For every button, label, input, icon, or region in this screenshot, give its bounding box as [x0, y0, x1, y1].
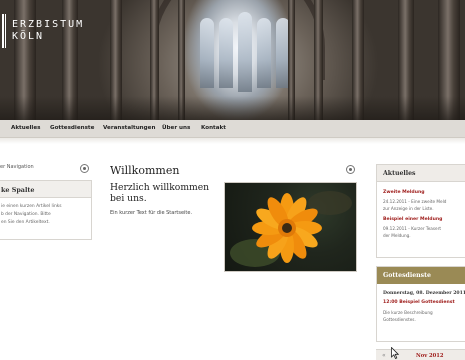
mouse-cursor-icon — [391, 347, 399, 359]
left-nav-label[interactable]: er Navigation — [0, 164, 34, 170]
services-box-title: Gottesdienste — [377, 267, 465, 284]
nav-item-kontakt[interactable]: Kontakt — [201, 125, 226, 131]
service-date: Donnerstag, 08. Dezember 2011 — [383, 291, 465, 296]
service-link[interactable]: 12:00 Beispiel Gottesdienst — [377, 300, 465, 305]
logo-line-2: KÖLN — [12, 31, 45, 42]
news-box-title: Aktuelles — [377, 165, 465, 182]
calendar-prev-button[interactable]: « — [382, 352, 386, 359]
calendar-month-label: Nov 2012 — [416, 353, 444, 359]
news-box: Aktuelles Zweite Meldung 24.12.2011 - Ei… — [376, 164, 465, 258]
news-teaser-line: zur Anzeige in der Liste. — [383, 206, 434, 211]
left-toggle-icon[interactable] — [80, 164, 89, 173]
stained-glass-window — [219, 18, 233, 88]
main-toggle-icon[interactable] — [346, 165, 355, 174]
nav-item-aktuelles[interactable]: Aktuelles — [11, 125, 40, 131]
header-floor-shade — [0, 96, 465, 120]
news-teaser-line: 24.12.2011 - Eine zweite Meld — [383, 199, 447, 204]
left-column-box: ke Spalte ie einen kurzen Artikel links … — [0, 180, 92, 240]
news-teaser-line: 09.12.2011 - Kurzer Teasert — [383, 226, 441, 231]
orange-flower-image — [230, 191, 352, 267]
left-box-line: en Sie den Artikeltext. — [1, 220, 50, 225]
flower-photo — [224, 182, 357, 272]
site-header: ERZBISTUM KÖLN — [0, 0, 465, 120]
services-box: Gottesdienste Donnerstag, 08. Dezember 2… — [376, 266, 465, 342]
logo-line-1: ERZBISTUM — [12, 19, 85, 30]
left-box-text: ie einen kurzen Artikel links b der Navi… — [0, 198, 91, 227]
nav-item-ueber-uns[interactable]: Über uns — [162, 125, 190, 131]
main-navigation: Aktuelles Gottesdienste Veranstaltungen … — [0, 120, 465, 138]
stained-glass-window — [200, 18, 214, 88]
page-subtitle: Herzlich willkommen bei uns. — [110, 182, 210, 204]
calendar-header: « Nov 2012 — [376, 349, 465, 360]
left-box-line: b der Navigation. Bitte — [1, 212, 51, 217]
page-title: Willkommen — [110, 164, 180, 177]
logo-icon[interactable] — [2, 14, 6, 48]
service-description-line: Gottesdienstes. — [383, 317, 416, 322]
service-description-line: Die kurze Beschreibung — [383, 310, 433, 315]
stained-glass-window — [238, 12, 252, 92]
news-teaser-line: der Meldung. — [383, 233, 411, 238]
left-box-title: ke Spalte — [0, 181, 91, 198]
page-intro-text: Ein kurzer Text für die Startseite. — [110, 210, 193, 216]
nav-item-gottesdienste[interactable]: Gottesdienste — [50, 125, 94, 131]
stained-glass-window — [257, 18, 271, 88]
nav-shadow — [0, 138, 465, 144]
left-box-line: ie einen kurzen Artikel links — [1, 204, 62, 209]
nav-item-veranstaltungen[interactable]: Veranstaltungen — [103, 125, 155, 131]
site-logo[interactable]: ERZBISTUM KÖLN — [12, 19, 84, 43]
